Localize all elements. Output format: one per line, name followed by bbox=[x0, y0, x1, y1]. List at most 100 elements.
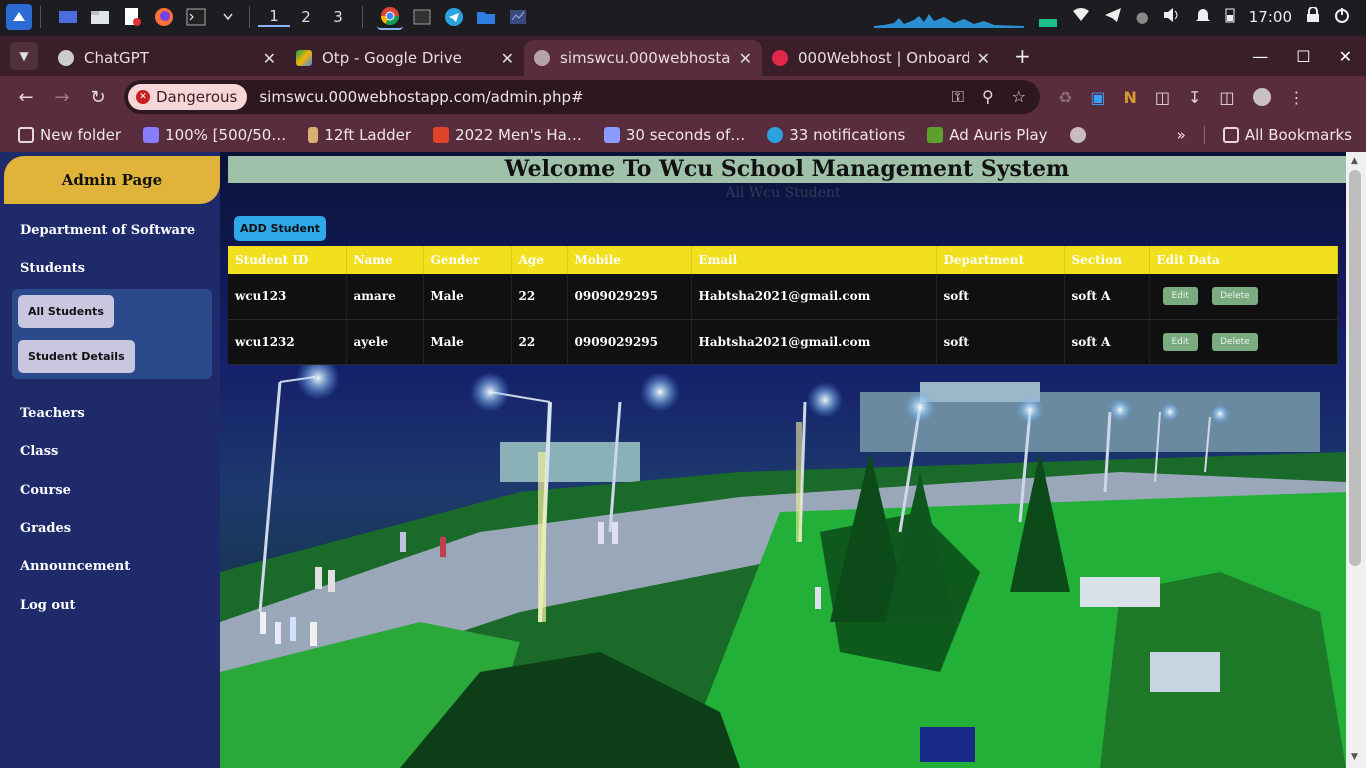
download-icon[interactable]: ↧ bbox=[1188, 88, 1201, 107]
close-icon[interactable]: ✕ bbox=[501, 49, 514, 68]
wifi-icon[interactable] bbox=[1072, 8, 1090, 26]
sidebar-item-logout[interactable]: Log out bbox=[20, 598, 76, 613]
col-mobile: Mobile bbox=[567, 246, 692, 274]
student-details-button[interactable]: Student Details bbox=[18, 340, 135, 373]
bookmark-item[interactable]: Ad Auris Play bbox=[927, 126, 1048, 144]
chrome-icon[interactable] bbox=[377, 4, 403, 30]
tab-search-button[interactable]: ▼ bbox=[10, 42, 38, 70]
bookmark-item[interactable]: 100% [500/50… bbox=[143, 126, 286, 144]
bookmark-item[interactable]: 30 seconds of… bbox=[603, 126, 745, 144]
network-activity-graph bbox=[873, 14, 1024, 28]
welcome-banner: Welcome To Wcu School Management System bbox=[228, 156, 1346, 183]
security-label: Dangerous bbox=[156, 88, 238, 106]
edit-button[interactable]: Edit bbox=[1162, 332, 1198, 351]
tab-chatgpt[interactable]: ChatGPT ✕ bbox=[48, 40, 286, 76]
chevron-down-icon[interactable] bbox=[215, 4, 241, 30]
bookmark-item[interactable]: 12ft Ladder bbox=[308, 126, 411, 144]
side-panel-icon[interactable]: ◫ bbox=[1219, 88, 1234, 107]
sidebar-item-department[interactable]: Department of Software bbox=[20, 223, 195, 238]
bookmark-globe[interactable] bbox=[1069, 127, 1092, 143]
key-icon[interactable]: ⚿ bbox=[952, 87, 964, 107]
edit-button[interactable]: Edit bbox=[1162, 287, 1198, 306]
power-icon[interactable] bbox=[1334, 7, 1350, 27]
screenshot-extension-icon[interactable]: ▣ bbox=[1090, 88, 1105, 107]
telegram-icon bbox=[767, 127, 784, 143]
sidebar-item-announcement[interactable]: Announcement bbox=[20, 559, 130, 574]
tab-simswcu[interactable]: simswcu.000webhostapp ✕ bbox=[524, 40, 762, 76]
close-window-icon[interactable]: ✕ bbox=[1339, 47, 1352, 66]
cell-age: 22 bbox=[511, 319, 568, 365]
puzzle-extensions-icon[interactable]: ◫ bbox=[1155, 88, 1170, 107]
taskbar-divider bbox=[249, 6, 250, 28]
bluetooth-icon[interactable]: ● bbox=[1136, 8, 1149, 26]
battery-icon[interactable] bbox=[1225, 7, 1235, 27]
site-favicon-icon bbox=[433, 127, 450, 143]
close-icon[interactable]: ✕ bbox=[977, 49, 990, 68]
forward-arrow-icon[interactable]: → bbox=[44, 87, 80, 108]
all-students-button[interactable]: All Students bbox=[18, 295, 114, 328]
firefox-icon[interactable] bbox=[151, 4, 177, 30]
volume-icon[interactable] bbox=[1163, 7, 1181, 27]
sidebar-item-class[interactable]: Class bbox=[20, 444, 58, 459]
url-text[interactable]: simswcu.000webhostapp.com/admin.php# bbox=[259, 88, 583, 106]
bookmark-item[interactable]: 2022 Men's Ha… bbox=[433, 126, 582, 144]
telegram-tray-icon[interactable] bbox=[1104, 7, 1122, 27]
security-warning-chip[interactable]: ✕ Dangerous bbox=[128, 84, 248, 110]
globe-icon bbox=[1069, 127, 1086, 143]
launcher-icon[interactable] bbox=[6, 4, 32, 30]
tab-000webhost[interactable]: 000Webhost | Onboardin ✕ bbox=[762, 40, 1000, 76]
bookmark-new-folder[interactable]: New folder bbox=[18, 126, 121, 144]
scroll-down-arrow-icon[interactable]: ▼ bbox=[1351, 752, 1358, 762]
admin-sidebar: Admin Page Department of Software Studen… bbox=[0, 152, 220, 768]
profile-avatar-icon[interactable] bbox=[1252, 87, 1271, 106]
lock-icon[interactable] bbox=[1306, 6, 1320, 27]
terminal-icon[interactable] bbox=[183, 4, 209, 30]
close-icon[interactable]: ✕ bbox=[739, 49, 752, 68]
all-bookmarks-button[interactable]: All Bookmarks bbox=[1222, 126, 1352, 144]
heart-icon bbox=[143, 127, 160, 143]
workspace-1[interactable]: 1 bbox=[258, 7, 290, 27]
back-arrow-icon[interactable]: ← bbox=[8, 87, 44, 108]
maximize-icon[interactable]: ☐ bbox=[1296, 47, 1310, 66]
close-icon[interactable]: ✕ bbox=[263, 49, 276, 68]
address-bar[interactable]: ✕ Dangerous simswcu.000webhostapp.com/ad… bbox=[124, 80, 1040, 114]
desktop-icon[interactable] bbox=[55, 4, 81, 30]
folder-icon[interactable] bbox=[473, 4, 499, 30]
minimize-icon[interactable]: — bbox=[1252, 47, 1268, 66]
clock[interactable]: 17:00 bbox=[1249, 8, 1292, 26]
tab-google-drive[interactable]: Otp - Google Drive ✕ bbox=[286, 40, 524, 76]
delete-button[interactable]: Delete bbox=[1212, 332, 1258, 351]
taskbar-divider bbox=[40, 6, 41, 28]
notification-bell-icon[interactable] bbox=[1195, 7, 1211, 27]
telegram-icon[interactable] bbox=[441, 4, 467, 30]
more-bookmarks-icon[interactable]: » bbox=[1177, 126, 1186, 144]
main-content: Welcome To Wcu School Management System … bbox=[220, 152, 1346, 768]
tab-title: Otp - Google Drive bbox=[322, 49, 462, 67]
sidebar-item-course[interactable]: Course bbox=[20, 483, 71, 498]
sidebar-item-teachers[interactable]: Teachers bbox=[20, 406, 85, 421]
all-bookmarks-label: All Bookmarks bbox=[1244, 126, 1352, 144]
add-student-button[interactable]: ADD Student bbox=[234, 216, 327, 241]
sidebar-item-grades[interactable]: Grades bbox=[20, 521, 71, 536]
n-extension-icon[interactable]: N bbox=[1123, 88, 1136, 107]
zoom-icon[interactable]: ⚲ bbox=[982, 87, 994, 107]
browser-tab-strip: ▼ ChatGPT ✕ Otp - Google Drive ✕ simswcu… bbox=[0, 36, 1366, 76]
bookmark-star-icon[interactable]: ☆ bbox=[1012, 87, 1026, 107]
terminal-app-icon[interactable] bbox=[409, 4, 435, 30]
bookmark-item[interactable]: 33 notifications bbox=[767, 126, 905, 144]
text-editor-icon[interactable] bbox=[119, 4, 145, 30]
reload-icon[interactable]: ↻ bbox=[80, 87, 116, 108]
scroll-up-arrow-icon[interactable]: ▲ bbox=[1351, 156, 1358, 166]
workspace-3[interactable]: 3 bbox=[322, 8, 354, 26]
scrollbar-thumb[interactable] bbox=[1349, 170, 1361, 566]
files-icon[interactable] bbox=[87, 4, 113, 30]
delete-button[interactable]: Delete bbox=[1212, 287, 1258, 306]
taskbar-divider bbox=[362, 6, 363, 28]
sidebar-item-students[interactable]: Students bbox=[20, 261, 85, 276]
new-tab-button[interactable]: + bbox=[1014, 44, 1031, 68]
workspace-2[interactable]: 2 bbox=[290, 8, 322, 26]
menu-dots-icon[interactable]: ⋮ bbox=[1289, 88, 1305, 107]
browser-toolbar: ← → ↻ ✕ Dangerous simswcu.000webhostapp.… bbox=[0, 76, 1366, 118]
recycle-extension-icon[interactable]: ♻ bbox=[1058, 88, 1072, 107]
monitor-app-icon[interactable] bbox=[505, 4, 531, 30]
